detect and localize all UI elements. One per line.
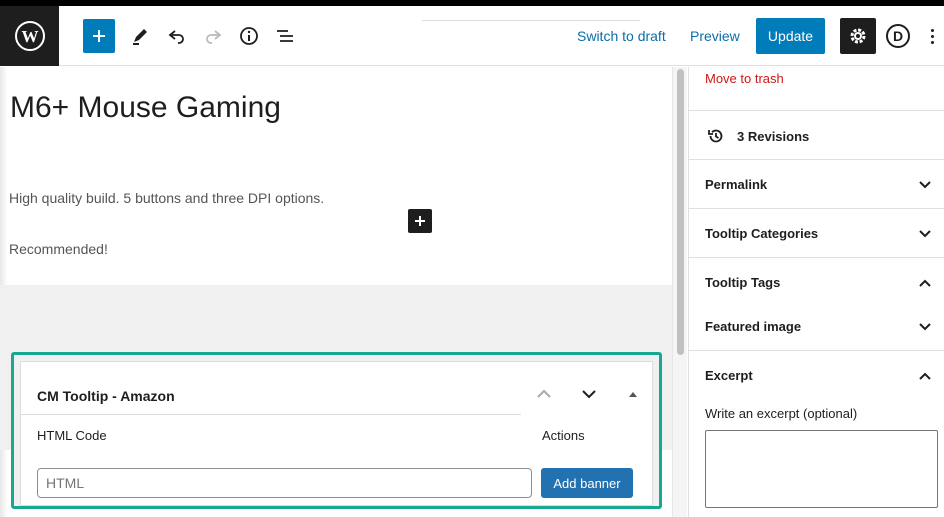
avatar[interactable]: D xyxy=(886,24,910,48)
metabox-panel: CM Tooltip - Amazon HTML Code Actions Ad… xyxy=(20,361,653,506)
more-vertical-icon xyxy=(930,28,934,32)
actions-column-header: Actions xyxy=(542,428,585,443)
undo-icon xyxy=(168,30,184,44)
chevron-down-icon xyxy=(917,177,933,193)
redo-icon xyxy=(206,30,222,44)
block-inserter-button[interactable] xyxy=(408,209,432,233)
chevron-up-icon xyxy=(917,368,933,384)
more-options-button[interactable] xyxy=(924,22,940,50)
excerpt-panel[interactable]: Excerpt xyxy=(689,350,944,399)
add-block-button[interactable] xyxy=(83,19,115,53)
post-title[interactable]: M6+ Mouse Gaming xyxy=(10,91,281,125)
chevron-down-icon xyxy=(582,390,596,399)
tooltip-categories-panel[interactable]: Tooltip Categories xyxy=(689,208,944,257)
excerpt-textarea[interactable] xyxy=(705,430,938,508)
tooltip-tags-label[interactable]: Tooltip Tags xyxy=(705,275,780,290)
paragraph-block[interactable]: Recommended! xyxy=(9,241,108,257)
cm-tooltip-amazon-metabox: CM Tooltip - Amazon HTML Code Actions Ad… xyxy=(11,352,662,509)
gear-icon xyxy=(850,28,866,44)
list-view-icon xyxy=(277,30,293,42)
tools-button[interactable] xyxy=(124,19,156,53)
scrollbar-thumb[interactable] xyxy=(677,69,684,355)
pencil-icon xyxy=(133,29,147,45)
metabox-header-divider xyxy=(21,414,521,415)
tooltip-tags-panel[interactable]: Tooltip Tags xyxy=(689,257,944,306)
move-down-button[interactable] xyxy=(579,384,599,404)
triangle-up-icon xyxy=(629,392,637,397)
metabox-title: CM Tooltip - Amazon xyxy=(37,388,175,404)
excerpt-hint: Write an excerpt (optional) xyxy=(705,406,858,421)
toggle-panel-button[interactable] xyxy=(623,384,643,404)
details-button[interactable] xyxy=(233,19,265,53)
excerpt-label[interactable]: Excerpt xyxy=(705,368,753,383)
chevron-down-icon xyxy=(917,226,933,242)
svg-text:W: W xyxy=(21,27,38,46)
plus-icon xyxy=(93,30,105,42)
info-icon xyxy=(240,27,258,45)
chevron-down-icon xyxy=(917,319,933,335)
permalink-panel[interactable]: Permalink xyxy=(689,159,944,208)
featured-image-label[interactable]: Featured image xyxy=(705,319,801,334)
permalink-label[interactable]: Permalink xyxy=(705,177,767,192)
revisions-label[interactable]: 3 Revisions xyxy=(737,129,809,144)
history-icon xyxy=(708,129,723,143)
paragraph-block[interactable]: High quality build. 5 buttons and three … xyxy=(9,190,324,206)
wordpress-icon: W xyxy=(14,21,45,51)
move-up-button[interactable] xyxy=(534,384,554,404)
settings-button[interactable] xyxy=(840,18,876,54)
chevron-up-icon xyxy=(917,275,933,291)
wordpress-logo[interactable]: W xyxy=(0,6,59,66)
plus-icon xyxy=(415,216,425,226)
tooltip-categories-label[interactable]: Tooltip Categories xyxy=(705,226,818,241)
header-divider xyxy=(422,20,640,21)
undo-button[interactable] xyxy=(161,19,193,53)
settings-sidebar: Move to trash 3 Revisions Permalink Tool… xyxy=(688,67,944,517)
revisions-row[interactable]: 3 Revisions xyxy=(689,110,944,159)
featured-image-panel[interactable]: Featured image xyxy=(689,306,944,351)
preview-link[interactable]: Preview xyxy=(690,28,740,44)
redo-button[interactable] xyxy=(197,19,229,53)
editor-header: W Switch to draft Preview Update D xyxy=(0,6,944,66)
html-code-input[interactable] xyxy=(37,468,532,498)
move-to-trash-link[interactable]: Move to trash xyxy=(705,71,784,86)
list-view-button[interactable] xyxy=(269,19,301,53)
editor-scrollbar[interactable] xyxy=(672,67,687,517)
add-banner-button[interactable]: Add banner xyxy=(541,468,633,498)
switch-to-draft-link[interactable]: Switch to draft xyxy=(577,28,666,44)
update-button[interactable]: Update xyxy=(756,18,825,54)
html-code-column-header: HTML Code xyxy=(37,428,107,443)
chevron-up-icon xyxy=(537,389,551,398)
